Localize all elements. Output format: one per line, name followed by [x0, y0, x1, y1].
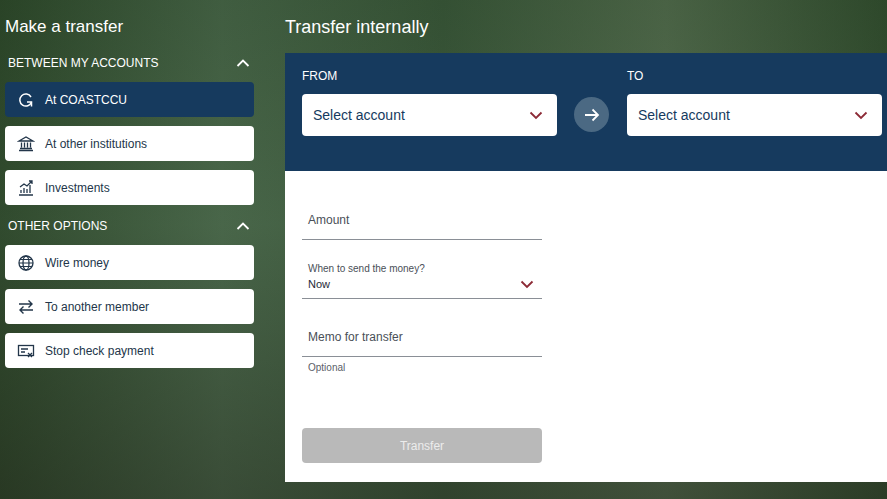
chevron-down-icon — [854, 111, 868, 120]
sidebar-item-label: To another member — [45, 300, 149, 314]
transfer-panel: Transfer internally FROM Select account … — [285, 0, 887, 499]
stop-check-icon — [17, 342, 35, 360]
chevron-up-icon — [236, 221, 250, 231]
sync-icon — [17, 91, 35, 109]
sidebar-item-label: Investments — [45, 181, 110, 195]
text-field[interactable]: Memo for transfer — [302, 316, 542, 357]
sidebar-item[interactable]: At COASTCCU — [5, 82, 254, 117]
section-title: BETWEEN MY ACCOUNTS — [8, 56, 158, 70]
field-value: Now — [308, 278, 330, 290]
swap-arrows-icon — [17, 298, 35, 316]
sidebar-item[interactable]: At other institutions — [5, 126, 254, 161]
transfer-page: Make a transfer BETWEEN MY ACCOUNTS At C… — [0, 0, 887, 499]
text-field[interactable]: Amount — [302, 199, 542, 240]
account-band: FROM Select account TO Select account — [285, 53, 887, 171]
field-value-row: Now — [308, 274, 536, 290]
section-header[interactable]: BETWEEN MY ACCOUNTS — [8, 52, 254, 74]
to-placeholder: Select account — [638, 107, 730, 123]
to-group: TO Select account — [627, 69, 882, 136]
sidebar-section: OTHER OPTIONS Wire money To another memb… — [5, 205, 254, 368]
sidebar-item-label: Wire money — [45, 256, 109, 270]
from-label: FROM — [302, 69, 557, 94]
chart-icon — [17, 179, 35, 197]
sidebar-item-label: At COASTCCU — [45, 93, 127, 107]
input-group: Amount — [302, 199, 542, 240]
chevron-down-icon — [529, 111, 543, 120]
sidebar-item[interactable]: Wire money — [5, 245, 254, 280]
sidebar-item-label: At other institutions — [45, 137, 147, 151]
to-select[interactable]: Select account — [627, 94, 882, 136]
bank-icon — [17, 135, 35, 153]
from-group: FROM Select account — [302, 69, 557, 136]
sidebar-items: Wire money To another member Stop check … — [5, 245, 254, 368]
field-hint: Optional — [302, 357, 542, 373]
sidebar-items: At COASTCCU At other institutions Invest… — [5, 82, 254, 205]
arrow-right-icon — [574, 97, 609, 132]
chevron-down-icon — [520, 280, 534, 289]
to-label: TO — [627, 69, 882, 94]
sidebar: Make a transfer BETWEEN MY ACCOUNTS At C… — [5, 0, 254, 499]
from-placeholder: Select account — [313, 107, 405, 123]
sidebar-item[interactable]: Investments — [5, 170, 254, 205]
page-title: Make a transfer — [5, 0, 254, 36]
schedule-select[interactable]: When to send the money? Now — [302, 263, 542, 299]
field-label: When to send the money? — [308, 263, 536, 274]
sidebar-item[interactable]: Stop check payment — [5, 333, 254, 368]
section-title: OTHER OPTIONS — [8, 219, 107, 233]
input-group: Memo for transfer Optional — [302, 316, 542, 373]
sidebar-item-label: Stop check payment — [45, 344, 154, 358]
chevron-up-icon — [236, 58, 250, 68]
transfer-form: Amount When to send the money? Now Memo … — [285, 171, 887, 482]
from-select[interactable]: Select account — [302, 94, 557, 136]
field-placeholder: Memo for transfer — [308, 330, 403, 344]
transfer-button[interactable]: Transfer — [302, 428, 542, 463]
sidebar-item[interactable]: To another member — [5, 289, 254, 324]
section-header[interactable]: OTHER OPTIONS — [8, 215, 254, 237]
globe-icon — [17, 254, 35, 272]
field-placeholder: Amount — [308, 213, 349, 227]
panel-title: Transfer internally — [285, 0, 887, 53]
sidebar-section: BETWEEN MY ACCOUNTS At COASTCCU At other… — [5, 36, 254, 205]
